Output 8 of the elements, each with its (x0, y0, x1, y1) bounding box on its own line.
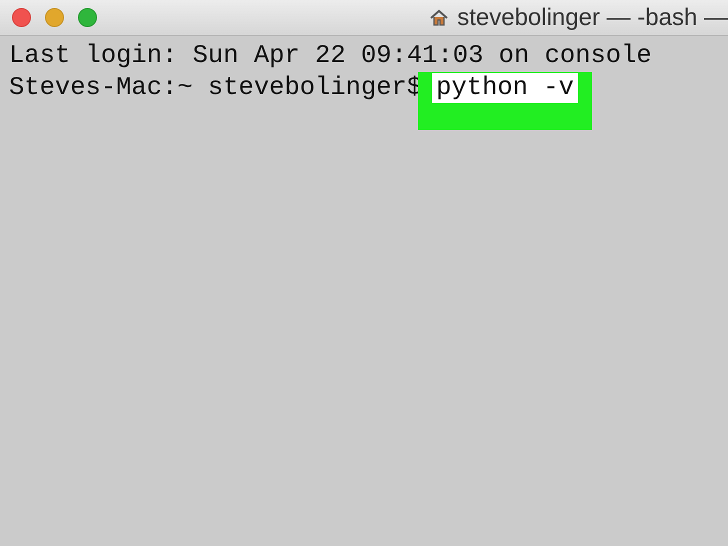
minimize-button[interactable] (45, 8, 64, 27)
command-text: python -v (432, 73, 578, 103)
window-title: stevebolinger — -bash — (457, 6, 728, 30)
terminal-output: Last login: Sun Apr 22 09:41:03 on console (9, 40, 652, 72)
home-icon (429, 8, 450, 28)
close-button[interactable] (12, 8, 31, 27)
prompt-text: Steves-Mac:~ stevebolinger$ (9, 72, 422, 104)
zoom-button[interactable] (78, 8, 97, 27)
